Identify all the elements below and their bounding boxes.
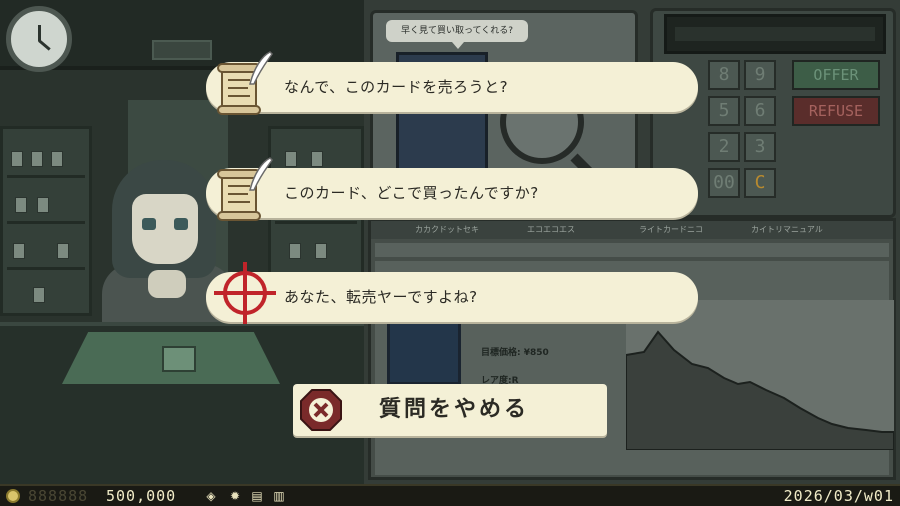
crosshair-icon bbox=[212, 260, 278, 326]
tab-manual[interactable]: カイトリマニュアル bbox=[747, 223, 887, 237]
key-5[interactable]: 5 bbox=[708, 96, 740, 126]
key-clear[interactable]: C bbox=[744, 168, 776, 198]
browser-url-bar[interactable] bbox=[375, 243, 889, 257]
tab-kakaku[interactable]: カカクドットセキ bbox=[411, 223, 521, 237]
tab-ecoeco[interactable]: エコエコエス bbox=[523, 223, 633, 237]
question-option-where-bought[interactable]: このカード、どこで買ったんですか? bbox=[206, 157, 698, 221]
exit-sign bbox=[152, 40, 212, 60]
browser-tab-bar: カカクドットセキ エコエコエス ライトカードニコ カイトリマニュアル bbox=[371, 221, 893, 239]
tab-lightcard[interactable]: ライトカードニコ bbox=[635, 223, 745, 237]
notes-icon[interactable]: ▥ bbox=[272, 489, 286, 503]
price-history-plot bbox=[626, 330, 894, 450]
refuse-button[interactable]: REFUSE bbox=[792, 96, 880, 126]
question-option-accuse-scalper[interactable]: あなた、転売ヤーですよね? bbox=[206, 262, 698, 324]
key-8[interactable]: 8 bbox=[708, 60, 740, 90]
offer-button[interactable]: OFFER bbox=[792, 60, 880, 90]
status-bar: 888888 500,000 ◈ ✹ ▤ ▥ 2026/03/w01 bbox=[0, 484, 900, 506]
coin-icon bbox=[6, 489, 20, 503]
question-text: なんで、このカードを売ろうと? bbox=[284, 78, 509, 96]
counter-card-tray bbox=[162, 346, 196, 372]
key-9[interactable]: 9 bbox=[744, 60, 776, 90]
key-3[interactable]: 3 bbox=[744, 132, 776, 162]
money-amount: 500,000 bbox=[106, 487, 177, 505]
document-icon[interactable]: ▤ bbox=[250, 489, 264, 503]
key-00[interactable]: 00 bbox=[708, 168, 740, 198]
scroll-quill-icon bbox=[212, 50, 278, 116]
left-card-shelf bbox=[0, 126, 92, 316]
wall-clock-icon bbox=[6, 6, 72, 72]
question-text: あなた、転売ヤーですよね? bbox=[284, 288, 478, 306]
browser-target-price: 目標価格: ¥850 bbox=[481, 348, 549, 358]
stop-questioning-label: 質問をやめる bbox=[379, 397, 530, 422]
cancel-x-icon bbox=[299, 388, 343, 432]
scroll-quill-icon bbox=[212, 156, 278, 222]
question-option-why-sell[interactable]: なんで、このカードを売ろうと? bbox=[206, 51, 698, 115]
price-history-chart bbox=[626, 300, 894, 450]
customer-speech-bubble: 早く見て買い取ってくれる? bbox=[386, 20, 528, 49]
key-2[interactable]: 2 bbox=[708, 132, 740, 162]
gear-icon[interactable]: ✹ bbox=[228, 489, 242, 503]
register-display bbox=[664, 14, 886, 54]
stop-questioning-button[interactable]: 質問をやめる bbox=[293, 384, 607, 436]
money-placeholder-digits: 888888 bbox=[28, 487, 89, 505]
game-date: 2026/03/w01 bbox=[783, 487, 894, 505]
question-text: このカード、どこで買ったんですか? bbox=[284, 184, 539, 202]
key-6[interactable]: 6 bbox=[744, 96, 776, 126]
badge-icon[interactable]: ◈ bbox=[204, 489, 218, 503]
